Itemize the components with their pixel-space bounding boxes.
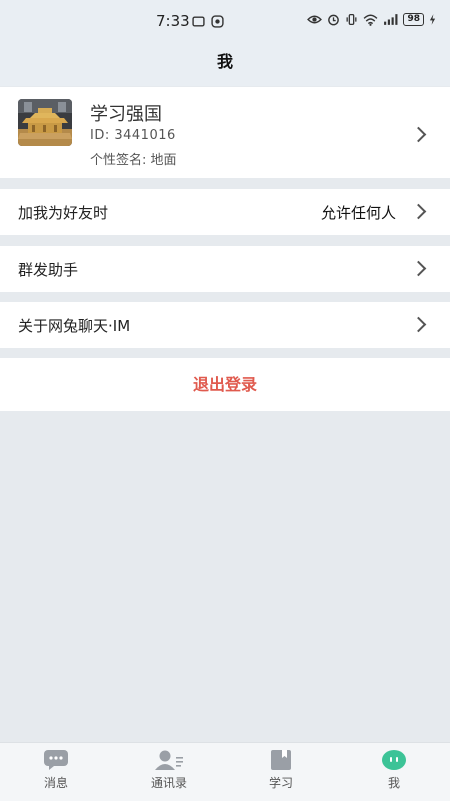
about-label: 关于网兔聊天·IM: [18, 317, 131, 335]
contacts-icon: [155, 750, 183, 770]
profile-name: 学习强国: [90, 104, 162, 125]
tab-label: 我: [387, 776, 400, 790]
tab-contacts[interactable]: 通讯录: [129, 749, 209, 791]
about-row[interactable]: 关于网兔聊天·IM: [0, 302, 450, 348]
chat-bubble-icon: [44, 750, 68, 770]
signal-icon: [384, 14, 398, 25]
wifi-icon: [364, 14, 378, 26]
face-icon: [382, 750, 406, 770]
gallery-icon: [192, 16, 205, 27]
chevron-right-icon: [410, 260, 427, 277]
friend-permission-value: 允许任何人: [320, 204, 396, 222]
battery-level: 98: [403, 13, 424, 26]
logout-label: 退出登录: [192, 375, 257, 394]
logout-button[interactable]: 退出登录: [0, 358, 450, 411]
status-right-icons: 98: [307, 13, 436, 26]
avatar-image: [18, 99, 72, 146]
tab-label: 通讯录: [150, 776, 187, 790]
alarm-icon: [328, 14, 340, 26]
chevron-right-icon: [410, 203, 427, 220]
tab-study[interactable]: 学习: [241, 749, 321, 791]
page-title: 我: [216, 52, 233, 71]
chevron-right-icon: [410, 316, 427, 333]
charging-icon: [429, 14, 436, 25]
friend-permission-row[interactable]: 加我为好友时 允许任何人: [0, 189, 450, 235]
profile-card[interactable]: 学习强国 ID: 3441016 个性签名: 地面: [0, 87, 450, 178]
app-badge-icon: [211, 15, 224, 28]
chevron-right-icon: [410, 126, 427, 143]
friend-permission-label: 加我为好友时: [18, 204, 109, 222]
bottom-tab-bar: 消息 通讯录 学习 我: [0, 742, 450, 801]
tab-messages[interactable]: 消息: [16, 749, 96, 791]
eye-icon: [307, 15, 323, 24]
status-bar: 7:33 98: [0, 0, 450, 44]
tab-label: 消息: [43, 776, 68, 790]
group-send-row[interactable]: 群发助手: [0, 246, 450, 292]
status-left-icons: [192, 15, 224, 28]
profile-id: ID: 3441016: [90, 128, 176, 143]
tab-me[interactable]: 我: [354, 749, 434, 791]
group-send-label: 群发助手: [18, 261, 79, 279]
vibrate-icon: [346, 13, 357, 26]
tab-label: 学习: [268, 776, 293, 790]
avatar[interactable]: [18, 99, 72, 146]
profile-signature: 个性签名: 地面: [90, 153, 177, 168]
nav-bar: 我: [0, 44, 450, 86]
book-icon: [271, 750, 291, 770]
status-time: 7:33: [156, 12, 190, 30]
